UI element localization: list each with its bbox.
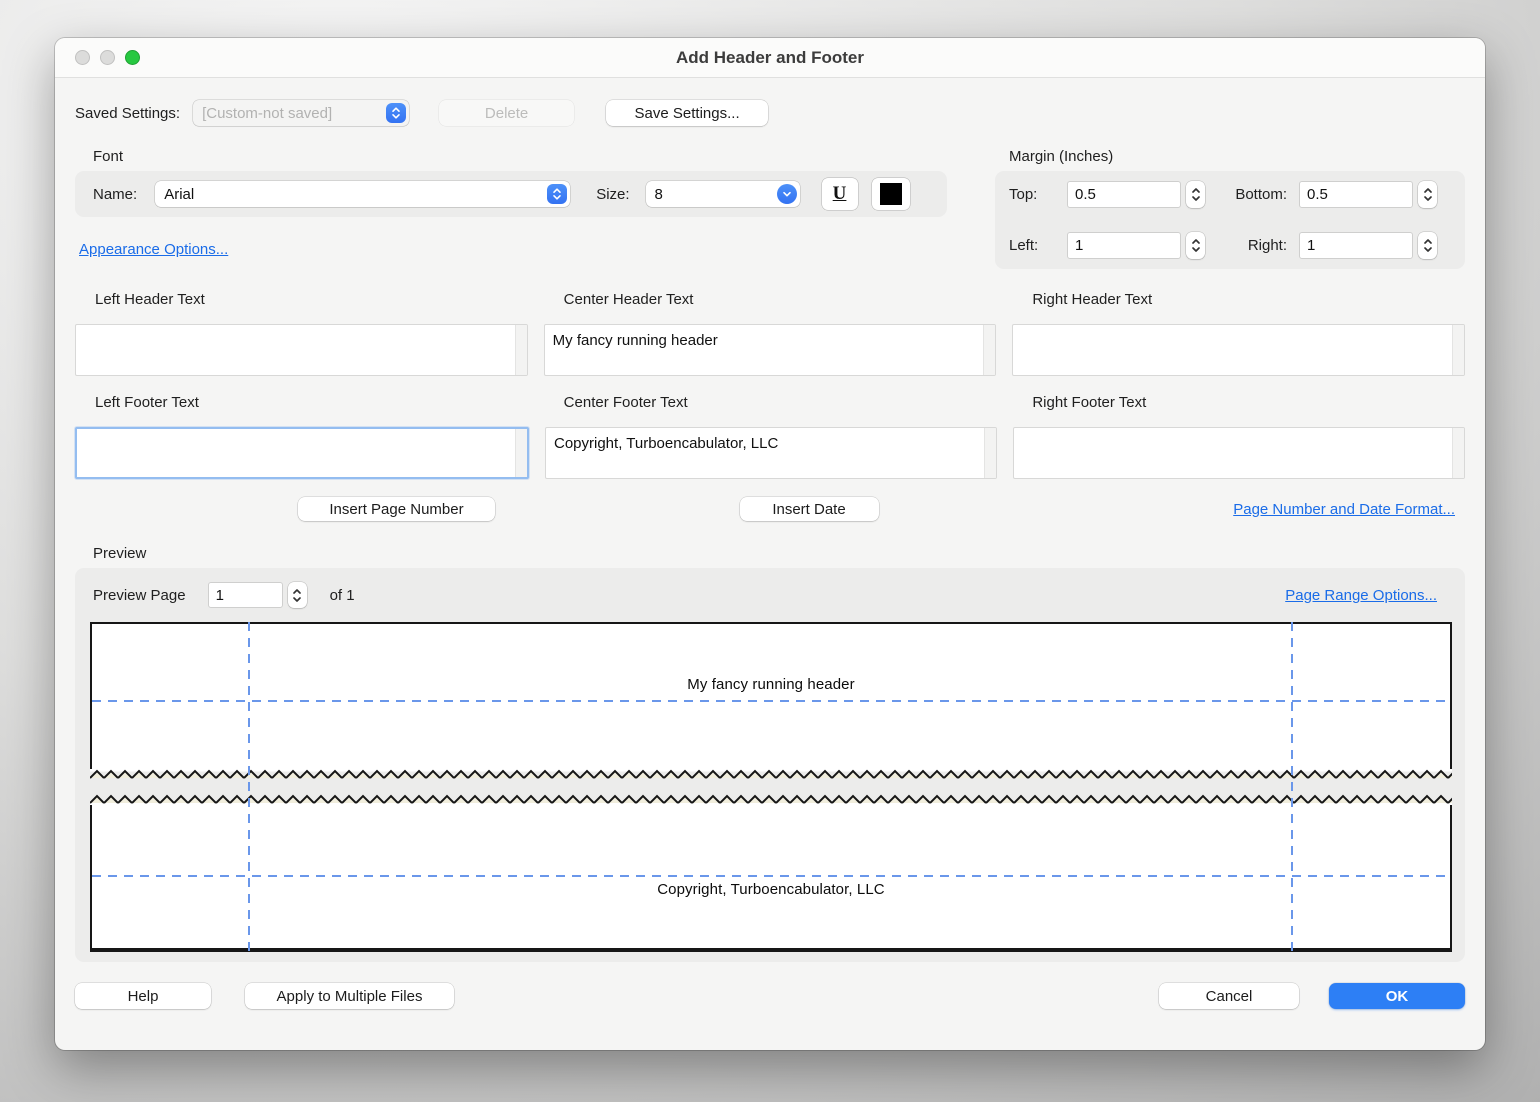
right-footer-label: Right Footer Text xyxy=(1012,394,1465,411)
left-footer-label: Left Footer Text xyxy=(75,394,528,411)
margin-panel: Top: Bottom: xyxy=(995,171,1465,269)
preview-page-count: of 1 xyxy=(330,587,355,604)
page-preview: My fancy running header xyxy=(90,622,1452,952)
scrollbar-track xyxy=(984,428,996,478)
ok-button[interactable]: OK xyxy=(1329,983,1465,1009)
saved-settings-label: Saved Settings: xyxy=(75,105,180,122)
header-margin-guide xyxy=(92,700,1450,702)
font-size-select[interactable]: 8 xyxy=(646,181,800,207)
center-header-label: Center Header Text xyxy=(544,291,997,308)
scrollbar-track xyxy=(1452,428,1464,478)
titlebar: Add Header and Footer xyxy=(55,38,1485,78)
font-size-value: 8 xyxy=(646,186,777,203)
font-name-value: Arial xyxy=(155,186,547,203)
preview-page-label: Preview Page xyxy=(93,587,186,604)
left-header-label: Left Header Text xyxy=(75,291,528,308)
appearance-options-link[interactable]: Appearance Options... xyxy=(79,241,228,258)
right-header-textarea[interactable] xyxy=(1013,325,1452,375)
font-panel: Name: Arial Size: 8 U xyxy=(75,171,947,217)
saved-settings-select[interactable]: [Custom-not saved] xyxy=(193,100,409,126)
right-margin-guide xyxy=(1291,622,1293,952)
underline-button[interactable]: U xyxy=(822,178,858,210)
page-range-options-link[interactable]: Page Range Options... xyxy=(1285,587,1437,604)
font-color-button[interactable] xyxy=(872,178,910,210)
stepper-icon[interactable] xyxy=(288,582,307,608)
preview-panel: Preview Page of 1 Page Range Options... … xyxy=(75,568,1465,962)
chevron-up-down-icon xyxy=(547,184,567,204)
margin-right-label: Right: xyxy=(1248,237,1299,254)
cancel-button[interactable]: Cancel xyxy=(1159,983,1299,1009)
left-margin-guide xyxy=(248,622,250,952)
font-name-label: Name: xyxy=(93,186,137,203)
center-footer-textarea[interactable]: Copyright, Turboencabulator, LLC xyxy=(546,428,984,478)
right-footer-field[interactable] xyxy=(1013,427,1465,479)
page-number-date-format-link[interactable]: Page Number and Date Format... xyxy=(1233,501,1455,518)
stepper-icon[interactable] xyxy=(1186,232,1205,259)
page-break-gap xyxy=(90,780,1452,794)
right-header-field[interactable] xyxy=(1012,324,1465,376)
margin-top-label: Top: xyxy=(1009,186,1067,203)
left-header-field[interactable] xyxy=(75,324,528,376)
save-settings-button[interactable]: Save Settings... xyxy=(606,100,768,126)
margin-top-input[interactable] xyxy=(1067,181,1181,208)
left-header-textarea[interactable] xyxy=(76,325,515,375)
delete-button[interactable]: Delete xyxy=(439,100,574,126)
saved-settings-value: [Custom-not saved] xyxy=(193,105,386,122)
insert-date-button[interactable]: Insert Date xyxy=(740,497,879,521)
scrollbar-track xyxy=(983,325,995,375)
font-name-select[interactable]: Arial xyxy=(155,181,570,207)
scrollbar-track xyxy=(515,325,527,375)
insert-page-number-button[interactable]: Insert Page Number xyxy=(298,497,495,521)
preview-header-text: My fancy running header xyxy=(92,676,1450,693)
left-footer-textarea[interactable] xyxy=(77,429,515,477)
add-header-footer-dialog: Add Header and Footer Saved Settings: [C… xyxy=(55,38,1485,1050)
help-button[interactable]: Help xyxy=(75,983,211,1009)
font-size-label: Size: xyxy=(596,186,629,203)
preview-footer-text: Copyright, Turboencabulator, LLC xyxy=(92,881,1450,898)
footer-margin-guide xyxy=(92,875,1450,877)
stepper-icon[interactable] xyxy=(1186,181,1205,208)
center-header-textarea[interactable]: My fancy running header xyxy=(545,325,984,375)
margin-bottom-label: Bottom: xyxy=(1235,186,1299,203)
preview-page-input[interactable] xyxy=(208,582,283,608)
apply-to-multiple-files-button[interactable]: Apply to Multiple Files xyxy=(245,983,454,1009)
stepper-icon[interactable] xyxy=(1418,181,1437,208)
font-group-label: Font xyxy=(93,148,947,165)
margin-bottom-input[interactable] xyxy=(1299,181,1413,208)
torn-edge-icon xyxy=(90,769,1452,780)
chevron-down-icon xyxy=(777,184,797,204)
color-swatch xyxy=(880,183,902,205)
center-footer-label: Center Footer Text xyxy=(544,394,997,411)
scrollbar-track xyxy=(1452,325,1464,375)
margin-group-label: Margin (Inches) xyxy=(1009,148,1465,165)
preview-group-label: Preview xyxy=(93,545,1465,562)
chevron-up-down-icon xyxy=(386,103,406,123)
preview-page-bottom: Copyright, Turboencabulator, LLC xyxy=(90,805,1452,952)
margin-left-input[interactable] xyxy=(1067,232,1181,259)
right-header-label: Right Header Text xyxy=(1012,291,1465,308)
torn-edge-icon xyxy=(90,794,1452,805)
margin-left-label: Left: xyxy=(1009,237,1067,254)
preview-page-top: My fancy running header xyxy=(90,622,1452,769)
scrollbar-track xyxy=(515,429,527,477)
window-title: Add Header and Footer xyxy=(55,48,1485,68)
right-footer-textarea[interactable] xyxy=(1014,428,1452,478)
margin-right-input[interactable] xyxy=(1299,232,1413,259)
stepper-icon[interactable] xyxy=(1418,232,1437,259)
left-footer-field[interactable] xyxy=(75,427,529,479)
center-header-field[interactable]: My fancy running header xyxy=(544,324,997,376)
center-footer-field[interactable]: Copyright, Turboencabulator, LLC xyxy=(545,427,997,479)
